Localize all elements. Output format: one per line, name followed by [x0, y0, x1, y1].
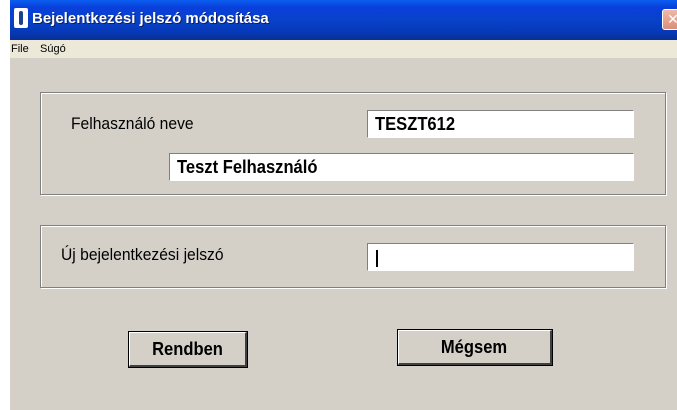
- username-label: Felhasználó neve: [71, 114, 194, 133]
- menu-bar: File Súgó: [10, 40, 677, 58]
- dialog-window: Bejelentkezési jelszó módosítása ✕ File …: [10, 0, 677, 410]
- close-button[interactable]: ✕: [662, 9, 677, 30]
- dialog-body: Felhasználó neve TESZT612 Teszt Felhaszn…: [10, 58, 677, 410]
- username-value: TESZT612: [375, 114, 456, 134]
- cancel-button[interactable]: Mégsem: [398, 330, 552, 365]
- fullname-value: Teszt Felhasználó: [177, 157, 318, 177]
- user-info-group: Felhasználó neve TESZT612 Teszt Felhaszn…: [40, 92, 666, 195]
- window-title: Bejelentkezési jelszó módosítása: [32, 10, 269, 27]
- fullname-field[interactable]: Teszt Felhasználó: [169, 153, 634, 181]
- ok-button[interactable]: Rendben: [129, 332, 247, 367]
- ok-button-label: Rendben: [152, 339, 223, 359]
- cancel-button-label: Mégsem: [441, 337, 508, 357]
- username-field[interactable]: TESZT612: [367, 110, 634, 138]
- menu-file[interactable]: File: [11, 41, 29, 57]
- app-icon: [14, 8, 28, 28]
- new-password-label: Új bejelentkezési jelszó: [61, 245, 224, 264]
- text-caret: [376, 250, 378, 267]
- menu-help[interactable]: Súgó: [40, 41, 66, 57]
- new-password-input[interactable]: [367, 243, 634, 271]
- password-group: Új bejelentkezési jelszó: [40, 225, 666, 288]
- title-bar[interactable]: Bejelentkezési jelszó módosítása ✕: [10, 0, 677, 40]
